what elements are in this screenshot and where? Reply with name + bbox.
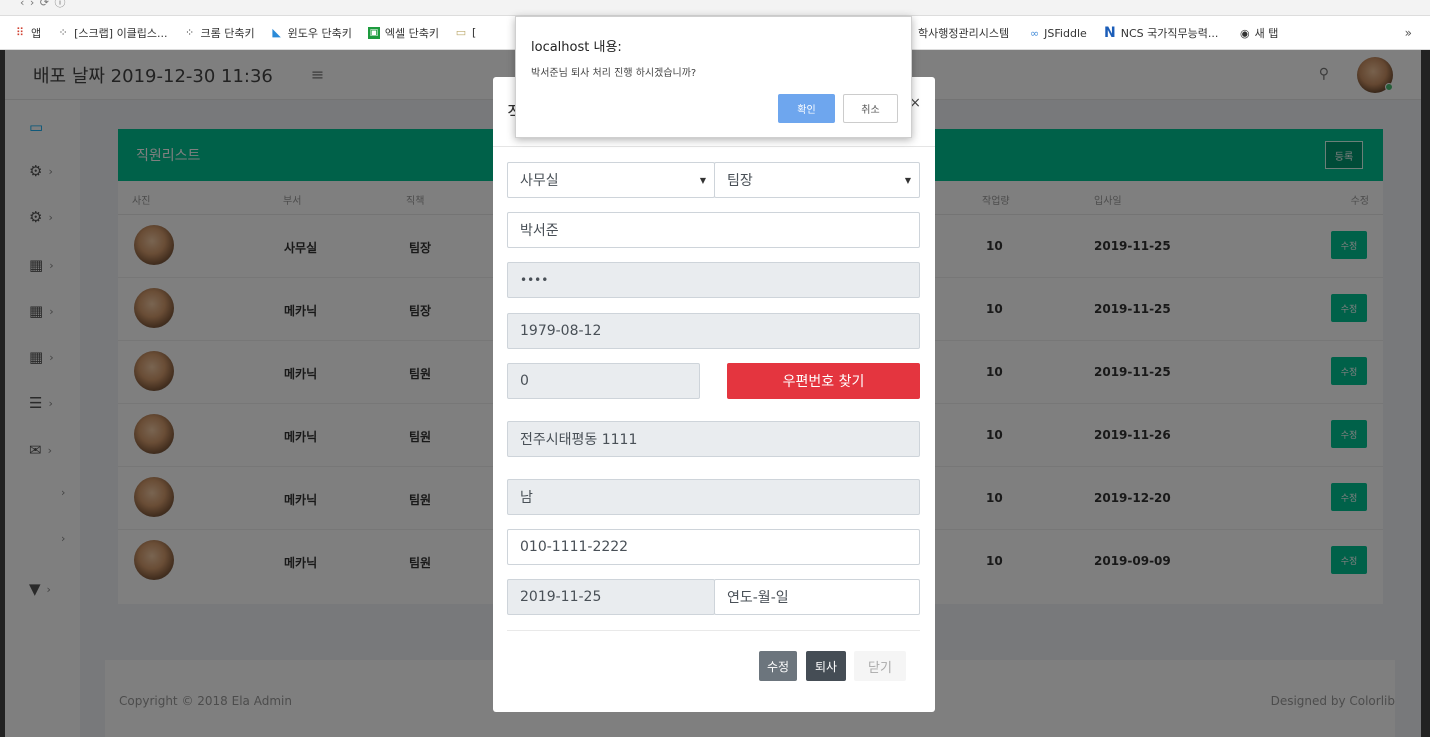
bookmark-chrome-shortcuts[interactable]: ⁘ 크롬 단축키 (184, 25, 255, 41)
tistory-icon: ⁘ (184, 25, 195, 39)
bookmark-scrap[interactable]: ⁘ [스크랩] 이클립스... (57, 25, 168, 41)
find-zipcode-button[interactable]: 우편번호 찾기 (727, 363, 920, 399)
ncs-icon: N (1104, 25, 1116, 41)
bookmark-new-tab[interactable]: ◉ 새 탭 (1240, 16, 1278, 50)
department-select[interactable]: 사무실 ▼ (507, 162, 715, 198)
window-edge-left (0, 50, 5, 737)
address-bar-fragment: ‹ › ⟳ ⓘ (20, 0, 67, 9)
bookmark-haksa[interactable]: 학사행정관리시스템 (918, 16, 1009, 50)
modal-header-divider (493, 146, 935, 147)
leave-date-input[interactable]: 연도-월-일 (714, 579, 920, 615)
password-input[interactable]: •••• (507, 262, 920, 298)
bookmarks-more-button[interactable]: » (1405, 16, 1412, 50)
modal-retire-button[interactable]: 퇴사 (806, 651, 846, 681)
name-input[interactable]: 박서준 (507, 212, 920, 248)
bookmark-windows-shortcuts[interactable]: ◣ 윈도우 단축키 (271, 25, 351, 41)
confirm-cancel-button[interactable]: 취소 (843, 94, 898, 123)
phone-input[interactable]: 010-1111-2222 (507, 529, 920, 565)
modal-close-button[interactable]: 닫기 (854, 651, 906, 681)
modal-footer-divider (507, 630, 920, 631)
modal-edit-button[interactable]: 수정 (759, 651, 797, 681)
bookmark-apps[interactable]: ⠿ 앱 (14, 25, 41, 41)
bookmark-ncs[interactable]: N NCS 국가직무능력... (1104, 16, 1218, 50)
address-input[interactable]: 전주시태평동 1111 (507, 421, 920, 457)
browser-tab-strip: ‹ › ⟳ ⓘ (0, 0, 1430, 16)
confirm-dialog: localhost 내용: 박서준님 퇴사 처리 진행 하시겠습니까? 확인 취… (515, 16, 912, 138)
birth-date-input[interactable]: 1979-08-12 (507, 313, 920, 349)
apps-icon: ⠿ (15, 25, 25, 39)
caret-down-icon: ▼ (699, 175, 706, 185)
caret-down-icon: ▼ (904, 175, 911, 185)
confirm-dialog-title: localhost 내용: (531, 40, 622, 55)
folder-icon: ▭ (455, 25, 467, 39)
globe-icon: ◉ (1240, 26, 1250, 40)
zipcode-input[interactable]: 0 (507, 363, 700, 399)
join-date-input[interactable]: 2019-11-25 (507, 579, 715, 615)
confirm-dialog-message: 박서준님 퇴사 처리 진행 하시겠습니까? (531, 68, 697, 79)
confirm-ok-button[interactable]: 확인 (778, 94, 835, 123)
tistory-icon: ⁘ (58, 25, 68, 39)
jsfiddle-icon: ∞ (1030, 26, 1040, 40)
position-select[interactable]: 팀장 ▼ (714, 162, 920, 198)
excel-icon: ▣ (367, 26, 380, 39)
employee-edit-modal: 직 × 사무실 ▼ 팀장 ▼ 박서준 •••• 1979-08-12 0 우편번… (493, 77, 935, 712)
gender-input[interactable]: 남 (507, 479, 920, 515)
bookmark-excel-shortcuts[interactable]: ▣ 엑셀 단축키 (367, 25, 439, 41)
bookmark-folder[interactable]: ▭[ (455, 25, 477, 39)
window-edge-right (1421, 50, 1430, 737)
feather-icon: ◣ (272, 25, 281, 39)
bookmark-jsfiddle[interactable]: ∞ JSFiddle (1030, 16, 1087, 50)
